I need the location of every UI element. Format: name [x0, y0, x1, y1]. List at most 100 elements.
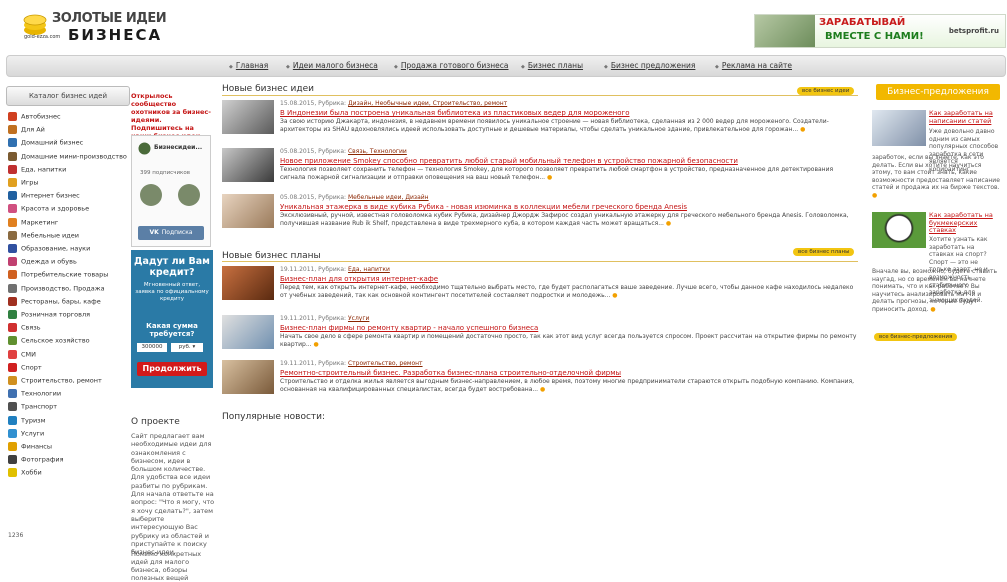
item-tags[interactable]: Еда, напитки	[348, 266, 390, 273]
item-tags[interactable]: Связь, Технологии	[348, 148, 407, 155]
avatar[interactable]	[140, 184, 162, 206]
sidebar-item[interactable]: Розничная торговля	[8, 310, 90, 319]
sidebar-item[interactable]: Фотография	[8, 455, 64, 465]
item-tags[interactable]: Дизайн, Необычные идеи, Строительство, р…	[348, 100, 507, 107]
item-tags[interactable]: Мебельные идеи, Дизайн	[348, 194, 429, 201]
category-icon	[8, 389, 17, 399]
idea-thumbnail[interactable]	[222, 100, 274, 134]
divider	[222, 95, 858, 96]
sidebar-item[interactable]: Туризм	[8, 415, 46, 425]
sidebar-item[interactable]: Домашний бизнес	[8, 138, 83, 148]
item-tags[interactable]: Строительство, ремонт	[348, 360, 423, 367]
offer-title[interactable]: Как заработать на написании статей	[929, 109, 999, 125]
read-more-icon[interactable]: ●	[540, 386, 545, 393]
all-offers-link[interactable]: все бизнес-предложения	[874, 333, 958, 341]
read-more-icon[interactable]: ●	[666, 220, 671, 227]
sidebar-item[interactable]: Образование, науки	[8, 244, 90, 253]
item-summary: Эксклюзивный, ручной, известная головоло…	[280, 212, 858, 227]
ad-banner[interactable]: ЗАРАБАТЫВАЙ ВМЕСТЕ С НАМИ! betsprofit.ru	[754, 14, 1006, 48]
read-more-icon[interactable]: ●	[930, 306, 935, 313]
sidebar-item[interactable]: Транспорт	[8, 402, 57, 412]
category-icon	[8, 270, 17, 280]
sidebar-item-label: Автобизнес	[21, 112, 61, 121]
sidebar-item[interactable]: Еда, напитки	[8, 164, 66, 174]
category-icon	[8, 376, 17, 385]
sidebar-item[interactable]: Домашние мини-производство	[8, 151, 127, 161]
sidebar-item[interactable]: Связь	[8, 323, 41, 333]
item-meta: 15.08.2015, Рубрика: Дизайн, Необычные и…	[280, 100, 507, 107]
sidebar-item[interactable]: Мебельные идеи	[8, 230, 79, 240]
nav-business-offers[interactable]: Бизнес предложения	[604, 61, 696, 70]
item-title[interactable]: Новое приложение Smokey способно преврат…	[280, 157, 738, 165]
read-more-icon[interactable]: ●	[547, 174, 552, 181]
sidebar-item[interactable]: Финансы	[8, 442, 52, 451]
sidebar-item[interactable]: Потребительские товары	[8, 270, 108, 280]
read-more-icon[interactable]: ●	[612, 292, 617, 299]
credit-currency-select[interactable]: руб. ▾	[171, 343, 203, 352]
sidebar-item-label: Одежда и обувь	[21, 257, 77, 266]
item-title[interactable]: В Индонезии была построена уникальная би…	[280, 109, 630, 117]
sidebar-item-label: Строительство, ремонт	[21, 376, 102, 385]
category-icon	[8, 178, 17, 187]
sidebar-item[interactable]: Маркетинг	[8, 217, 58, 227]
sidebar-item[interactable]: Рестораны, бары, кафе	[8, 296, 101, 306]
category-icon	[8, 138, 17, 148]
sidebar-item[interactable]: Для Ай	[8, 125, 45, 135]
sidebar-item-label: Для Ай	[21, 125, 45, 134]
all-plans-link[interactable]: все бизнес планы	[793, 248, 855, 256]
new-plans-title: Новые бизнес планы	[222, 251, 321, 261]
sidebar-item[interactable]: Сельское хозяйство	[8, 336, 90, 346]
idea-thumbnail[interactable]	[222, 194, 274, 228]
nav-advertising[interactable]: Реклама на сайте	[715, 61, 792, 70]
group-avatar-icon	[138, 142, 151, 155]
credit-sum-input[interactable]: 300000	[137, 343, 167, 352]
category-icon	[8, 164, 17, 174]
sidebar-item[interactable]: Производство, Продажа	[8, 283, 105, 293]
nav-home[interactable]: Главная	[229, 61, 268, 70]
item-title[interactable]: Уникальная этажерка в виде кубика Рубика…	[280, 203, 687, 211]
plan-thumbnail[interactable]	[222, 315, 274, 349]
read-more-icon[interactable]: ●	[314, 341, 319, 348]
read-more-icon[interactable]: ●	[872, 192, 877, 199]
sidebar-item[interactable]: СМИ	[8, 349, 36, 359]
sidebar-item[interactable]: Технологии	[8, 389, 61, 399]
offer-thumbnail[interactable]	[872, 212, 926, 248]
item-title[interactable]: Ремонтно-строительный бизнес. Разработка…	[280, 369, 621, 377]
sidebar-item-label: Образование, науки	[21, 244, 91, 253]
nav-business-sale[interactable]: Продажа готового бизнеса	[394, 61, 509, 70]
sidebar-item[interactable]: Одежда и обувь	[8, 257, 77, 267]
site-logo[interactable]: ЗОЛОТЫЕ ИДЕИ БИЗНЕСА gold-ezza.com	[22, 10, 167, 44]
summary-text: Технология позволяет сохранить телефон —…	[280, 166, 834, 181]
plan-thumbnail[interactable]	[222, 266, 274, 300]
logo-line2: БИЗНЕСА	[68, 26, 163, 44]
offer-thumbnail[interactable]	[872, 110, 926, 146]
vk-subscribe-button[interactable]: VK Подписка	[138, 226, 204, 240]
sidebar-item[interactable]: Автобизнес	[8, 112, 61, 121]
item-meta: 05.08.2015, Рубрика: Связь, Технологии	[280, 148, 407, 155]
item-tags[interactable]: Услуги	[348, 315, 369, 322]
sidebar-item[interactable]: Строительство, ремонт	[8, 376, 102, 385]
read-more-icon[interactable]: ●	[800, 126, 805, 133]
category-icon	[8, 257, 17, 267]
sidebar-item[interactable]: Услуги	[8, 428, 44, 438]
item-title[interactable]: Бизнес-план фирмы по ремонту квартир - н…	[280, 324, 538, 332]
currency-value: руб.	[178, 344, 191, 350]
avatar[interactable]	[178, 184, 200, 206]
sidebar-item[interactable]: Красота и здоровье	[8, 204, 89, 214]
credit-continue-button[interactable]: Продолжить	[137, 362, 207, 376]
nav-small-business-ideas[interactable]: Идеи малого бизнеса	[286, 61, 378, 70]
sidebar-item[interactable]: Игры	[8, 178, 39, 187]
sidebar-item-label: Связь	[21, 323, 41, 332]
sidebar-item[interactable]: Интернет бизнес	[8, 191, 80, 201]
vk-group-name[interactable]: Бизнесидеи...	[154, 144, 202, 151]
sidebar-item[interactable]: Хобби	[8, 468, 42, 478]
nav-business-plans[interactable]: Бизнес планы	[521, 61, 583, 70]
sidebar-item-label: Сельское хозяйство	[21, 336, 90, 345]
plan-thumbnail[interactable]	[222, 360, 274, 394]
item-title[interactable]: Бизнес-план для открытия интернет-кафе	[280, 275, 438, 283]
offer-title[interactable]: Как заработать на букмекерских ставках	[929, 211, 999, 235]
sidebar-item[interactable]: Спорт	[8, 362, 42, 372]
all-ideas-link[interactable]: все бизнес идеи	[797, 87, 855, 95]
credit-subtitle: Мгновенный ответ, заявка по официальному…	[135, 282, 209, 302]
idea-thumbnail[interactable]	[222, 148, 274, 182]
